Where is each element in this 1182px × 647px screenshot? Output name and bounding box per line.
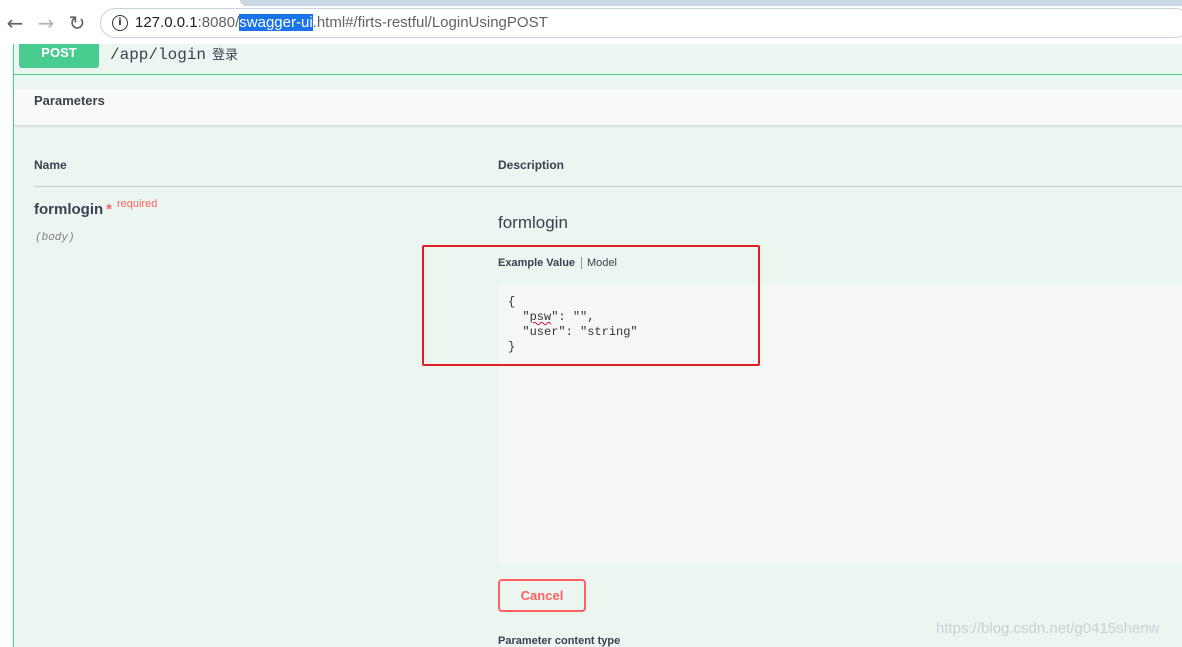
example-key-psw: psw [529,310,552,324]
operation-path-text: /app/login [110,46,207,64]
content-type-label: Parameter content type [498,635,621,647]
example-line: "psw": "", [508,310,638,325]
operation-panel: POST /app/login 登录 Parameters Name Descri… [13,44,1182,647]
tab-strip [240,0,1182,6]
example-line-pre: " [508,310,530,324]
watermark-text: https://blog.csdn.net/g0415shenw [936,620,1160,637]
reload-icon[interactable]: ↻ [66,12,88,34]
column-header-name: Name [34,158,67,172]
example-line: "user": "string" [508,325,638,339]
tab-example-value[interactable]: Example Value [498,257,583,269]
address-bar[interactable]: i 127.0.0.1:8080/swagger-ui.html#/firts-… [100,8,1182,38]
example-line: } [508,340,516,354]
tab-model[interactable]: Model [587,257,617,269]
example-line: { [508,295,516,309]
parameters-header [14,89,1182,126]
forward-icon[interactable]: → [35,12,57,34]
operation-path: /app/login 登录 [110,44,238,64]
example-value-editor[interactable]: { "psw": "", "user": "string"} [498,284,1182,564]
info-icon[interactable]: i [112,15,128,31]
url-selection: swagger-ui [239,14,313,31]
parameter-name-text: formlogin [34,201,104,218]
browser-toolbar: ← → ↻ i 127.0.0.1:8080/swagger-ui.html#/… [0,0,1182,44]
url-host: 127.0.0.1 [135,14,198,31]
url-text[interactable]: 127.0.0.1:8080/swagger-ui.html#/firts-re… [135,14,548,31]
url-rest: .html#/firts-restful/LoginUsingPOST [312,14,548,31]
operation-summary[interactable]: POST /app/login 登录 [14,44,1182,75]
body-field-label: formlogin [498,213,568,232]
column-header-description: Description [498,158,565,172]
header-divider [34,186,1182,187]
back-icon[interactable]: ← [4,12,26,34]
url-port: :8080/ [197,14,240,31]
operation-summary-text: 登录 [212,48,239,63]
required-label: required [117,198,158,210]
required-star: * [106,201,112,218]
parameter-location: (body) [35,232,75,244]
parameter-name: formlogin * [34,201,112,218]
example-line-post: ": "", [551,310,595,324]
parameters-title: Parameters [34,93,105,108]
cancel-button[interactable]: Cancel [498,579,586,612]
example-json: { "psw": "", "user": "string"} [508,295,638,355]
method-badge: POST [19,44,99,68]
